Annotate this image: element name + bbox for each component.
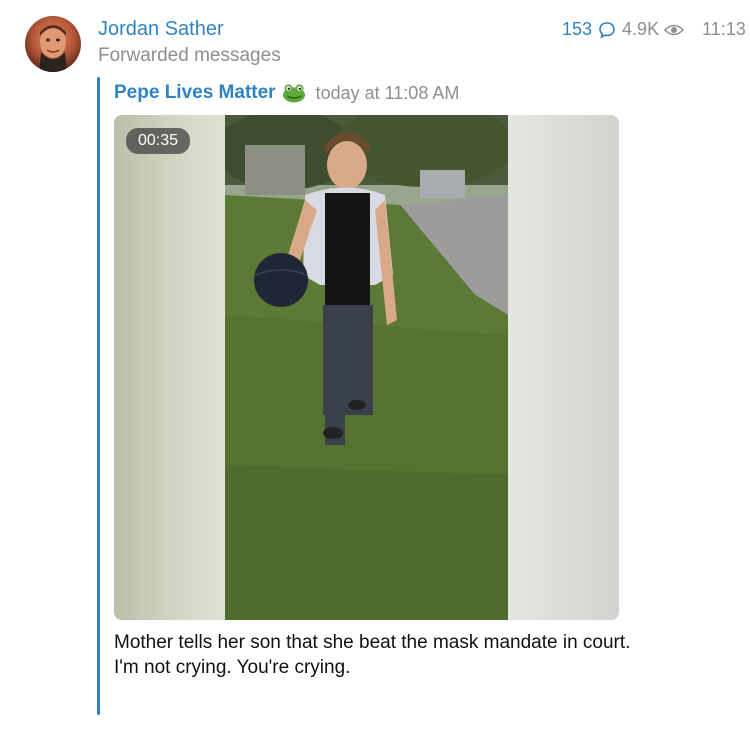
forwarded-from: Pepe Lives Matter today at 11:08 AM [114,82,459,104]
reply-count[interactable]: 153 [562,19,592,40]
message-caption: Mother tells her son that she beat the m… [114,630,634,680]
caption-line: I'm not crying. You're crying. [114,657,351,678]
forward-source-name[interactable]: Pepe Lives Matter [114,82,276,104]
speech-bubble-icon[interactable] [598,21,616,39]
video-player[interactable]: 00:35 [114,115,619,620]
views-counter: 4.9K [622,19,685,40]
forward-timestamp: today at 11:08 AM [315,82,460,103]
forward-accent-bar [97,77,100,715]
views-count: 4.9K [622,19,660,39]
caption-line: Mother tells her son that she beat the m… [114,632,631,653]
sender-avatar[interactable] [25,16,81,72]
video-blur-left [114,115,225,620]
message-meta: 153 4.9K 11:13 [562,19,746,40]
video-thumbnail[interactable] [225,115,508,620]
eye-icon [664,23,685,37]
message-time: 11:13 [702,19,746,39]
sender-name[interactable]: Jordan Sather [98,18,224,41]
frog-icon [282,83,306,103]
forwarded-label: Forwarded messages [98,45,281,66]
video-blur-right [508,115,619,620]
video-duration-badge: 00:35 [126,128,191,154]
